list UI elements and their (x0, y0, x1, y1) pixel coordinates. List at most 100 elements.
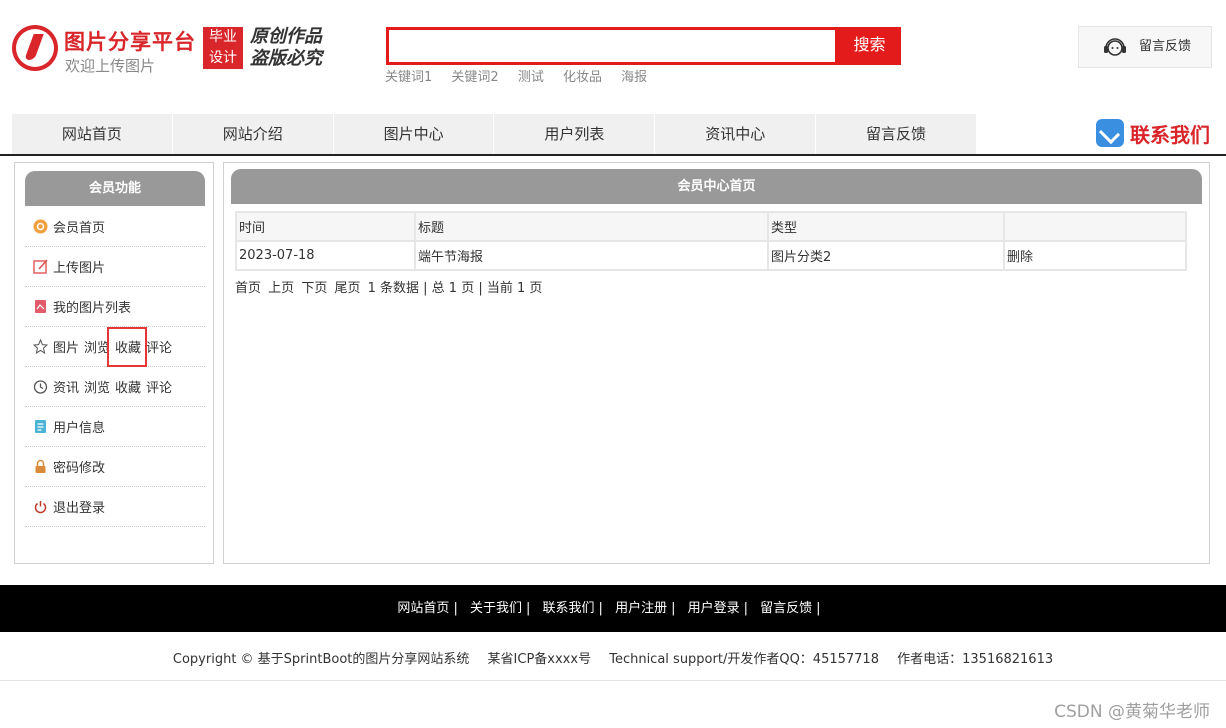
nav-divider (0, 154, 1226, 156)
user-info-icon (35, 420, 46, 433)
records-table: 时间 标题 类型 2023-07-18 端午节海报 图片分类2 删除 (235, 211, 1187, 271)
sidebar-item-news: 资讯 浏览 收藏 评论 (25, 367, 205, 407)
footer-link-contact[interactable]: 联系我们 (543, 601, 595, 616)
footer-divider (0, 680, 1226, 681)
sidebar-item-my-images[interactable]: 我的图片列表 (25, 287, 205, 327)
graduation-stamp: 毕业 设计 (203, 27, 243, 69)
footer-separator: | (671, 601, 676, 616)
sidebar-menu: 会员首页 上传图片 我的图片列表 图片 浏览 收藏 评论 资讯 浏览 收藏 评论… (25, 207, 205, 527)
image-comments-link[interactable]: 评论 (146, 337, 172, 356)
pager-summary: 1 条数据 | 总 1 页 | 当前 1 页 (367, 281, 543, 296)
phone-icon (1096, 119, 1124, 147)
sidebar-item-label: 密码修改 (53, 461, 106, 476)
slogan-line-2: 盗版必究 (250, 48, 322, 69)
nav-item-images[interactable]: 图片中心 (333, 114, 494, 154)
news-comments-link[interactable]: 评论 (146, 377, 172, 396)
news-favorites-link[interactable]: 收藏 (115, 377, 141, 396)
star-icon (33, 339, 48, 354)
sidebar-item-user-info[interactable]: 用户信息 (25, 407, 205, 447)
footer-link-login[interactable]: 用户登录 (688, 601, 740, 616)
pager-next[interactable]: 下页 (301, 281, 327, 296)
cell-title[interactable]: 端午节海报 (416, 242, 767, 269)
keyword-link[interactable]: 化妆品 (563, 70, 602, 85)
pagination: 首页 上页 下页 尾页 1 条数据 | 总 1 页 | 当前 1 页 (235, 277, 545, 296)
cell-time: 2023-07-18 (237, 242, 414, 269)
pager-last[interactable]: 尾页 (334, 281, 360, 296)
nav-item-feedback[interactable]: 留言反馈 (816, 114, 976, 154)
footer-link-register[interactable]: 用户注册 (615, 601, 667, 616)
highlight-box (107, 327, 147, 367)
main-nav: 网站首页 网站介绍 图片中心 用户列表 资讯中心 留言反馈 (12, 114, 977, 154)
copyright-bar: Copyright © 基于SprintBoot的图片分享网站系统 某省ICP备… (0, 648, 1226, 667)
footer-separator: | (453, 601, 458, 616)
history-icon (33, 380, 48, 394)
image-list-icon (35, 300, 46, 313)
column-header-time: 时间 (237, 213, 414, 240)
footer-separator: | (743, 601, 749, 616)
column-header-title: 标题 (416, 213, 767, 240)
search-input[interactable] (389, 30, 835, 62)
footer-separator: | (598, 601, 603, 616)
nav-item-news[interactable]: 资讯中心 (655, 114, 816, 154)
keyword-link[interactable]: 关键词2 (451, 70, 498, 85)
footer-link-about[interactable]: 关于我们 (470, 601, 522, 616)
lock-icon (35, 459, 46, 473)
keyword-link[interactable]: 海报 (621, 70, 647, 85)
cell-type: 图片分类2 (769, 242, 1003, 269)
sidebar-item-password[interactable]: 密码修改 (25, 447, 205, 487)
hot-keywords: 关键词1 关键词2 测试 化妆品 海报 (385, 66, 662, 85)
footer-link-home[interactable]: 网站首页 (397, 601, 449, 616)
news-browse-link[interactable]: 浏览 (84, 377, 110, 396)
table-header-row: 时间 标题 类型 (237, 213, 1185, 240)
slogan: 原创作品 盗版必究 (250, 26, 322, 70)
upload-icon (33, 259, 48, 274)
footer-separator: | (525, 601, 531, 616)
copyright-text: Copyright © 基于SprintBoot的图片分享网站系统 (172, 652, 470, 667)
feedback-button[interactable]: 留言反馈 (1078, 26, 1212, 68)
site-name[interactable]: 图片分享平台 (64, 26, 196, 56)
nav-item-home[interactable]: 网站首页 (12, 114, 172, 154)
site-subtitle: 欢迎上传图片 (65, 57, 156, 75)
contact-us-link[interactable]: 联系我们 (1096, 118, 1210, 148)
site-logo-icon[interactable] (12, 25, 58, 71)
search-button[interactable]: 搜索 (838, 27, 901, 65)
stamp-line-2: 设计 (209, 50, 237, 66)
delete-link[interactable]: 删除 (1005, 242, 1185, 269)
feedback-label: 留言反馈 (1139, 39, 1192, 54)
member-center-panel: 会员中心首页 时间 标题 类型 2023-07-18 端午节海报 图片分类2 删… (223, 162, 1210, 564)
search-box (386, 27, 838, 65)
nav-item-about[interactable]: 网站介绍 (172, 114, 333, 154)
table-row: 2023-07-18 端午节海报 图片分类2 删除 (237, 242, 1185, 269)
sidebar-title: 会员功能 (25, 171, 205, 206)
slogan-line-1: 原创作品 (250, 26, 322, 47)
footer-link-feedback[interactable]: 留言反馈 (760, 601, 812, 616)
sidebar-item-label: 用户信息 (53, 421, 106, 436)
column-header-type: 类型 (769, 213, 1003, 240)
stamp-line-1: 毕业 (209, 29, 237, 45)
power-icon (34, 501, 47, 514)
phone-text: 作者电话：13516821613 (897, 652, 1054, 667)
support-text: Technical support/开发作者QQ：45157718 (609, 652, 879, 667)
pager-first[interactable]: 首页 (235, 281, 261, 296)
sidebar-item-label: 图片 (53, 341, 80, 356)
contact-us-label: 联系我们 (1130, 122, 1210, 147)
keyword-link[interactable]: 关键词1 (385, 70, 432, 85)
nav-item-users[interactable]: 用户列表 (494, 114, 655, 154)
pager-prev[interactable]: 上页 (268, 281, 294, 296)
column-header-action (1005, 213, 1185, 240)
footer-separator: | (816, 601, 821, 616)
sidebar-item-upload[interactable]: 上传图片 (25, 247, 205, 287)
sidebar-item-label: 资讯 (53, 381, 80, 396)
headset-icon (1104, 38, 1126, 56)
keyword-link[interactable]: 测试 (518, 70, 544, 85)
footer-links: 网站首页 | 关于我们 | 联系我们 | 用户注册 | 用户登录 | 留言反馈 | (0, 585, 1226, 632)
sidebar-item-label: 退出登录 (53, 501, 106, 516)
member-home-icon (33, 219, 48, 234)
sidebar-item-member-home[interactable]: 会员首页 (25, 207, 205, 247)
sidebar-item-label: 上传图片 (53, 261, 106, 276)
watermark: CSDN @黄菊华老师 (1054, 702, 1210, 722)
sidebar-item-label: 会员首页 (53, 221, 106, 236)
sidebar-item-logout[interactable]: 退出登录 (25, 487, 205, 527)
icp-text: 某省ICP备xxxx号 (487, 652, 592, 667)
sidebar-item-label: 我的图片列表 (53, 301, 132, 316)
